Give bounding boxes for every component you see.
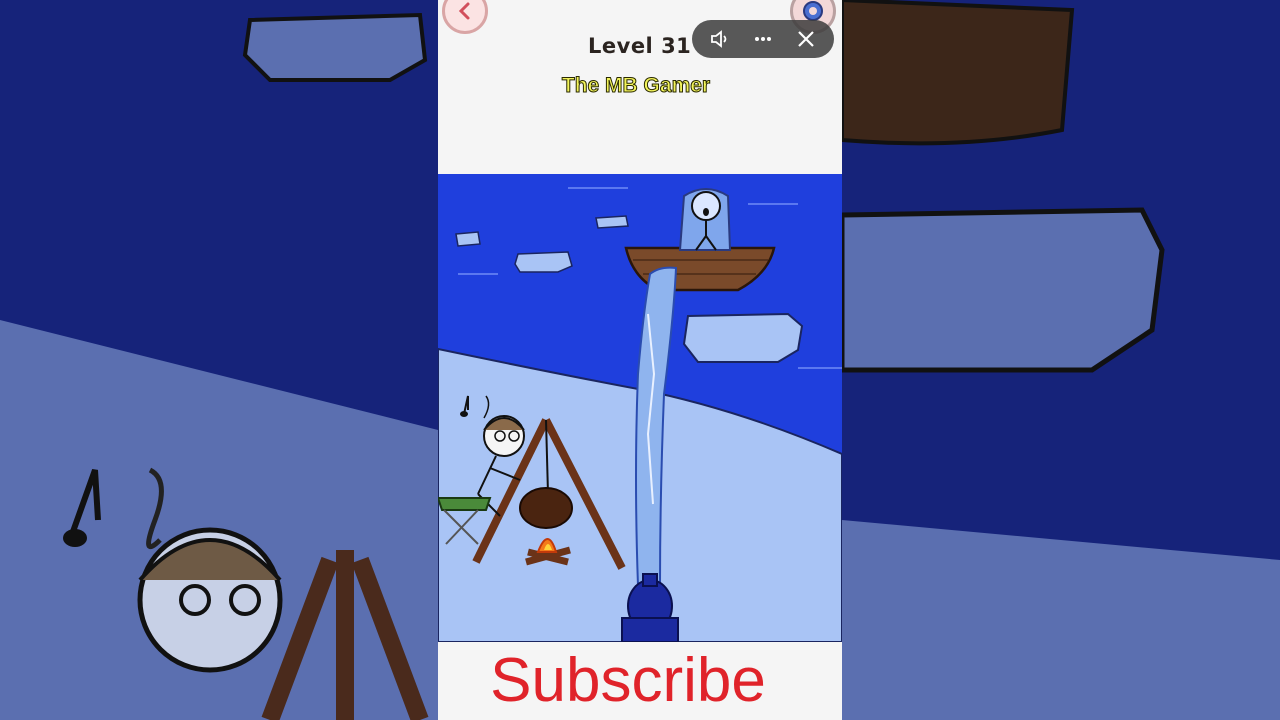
background-left-art [0,0,438,720]
more-dots-icon [754,37,771,41]
ice-floe [595,215,629,229]
subscribe-label: Subscribe [490,646,766,715]
background-right-blur [842,0,1280,720]
close-button[interactable] [790,23,822,55]
folding-chair [438,497,492,511]
back-button[interactable] [442,0,488,34]
video-overlay-controls [692,20,834,58]
back-arrow-icon [458,2,470,20]
speaker-icon [710,30,727,48]
ice-floe [514,251,573,273]
more-button[interactable] [747,23,779,55]
ice-floe [682,312,804,363]
channel-watermark: The MB Gamer [561,74,711,98]
close-icon [798,31,815,47]
sound-button[interactable] [704,23,736,55]
background-left-blur [0,0,438,720]
ice-floe [455,231,481,247]
level-label: Level 31 [588,34,692,58]
background-right-art [842,0,1280,720]
cooking-pot [519,487,573,529]
game-screen: Level 31 The MB Gamer Subscribe [438,0,842,720]
game-scene [438,174,842,642]
